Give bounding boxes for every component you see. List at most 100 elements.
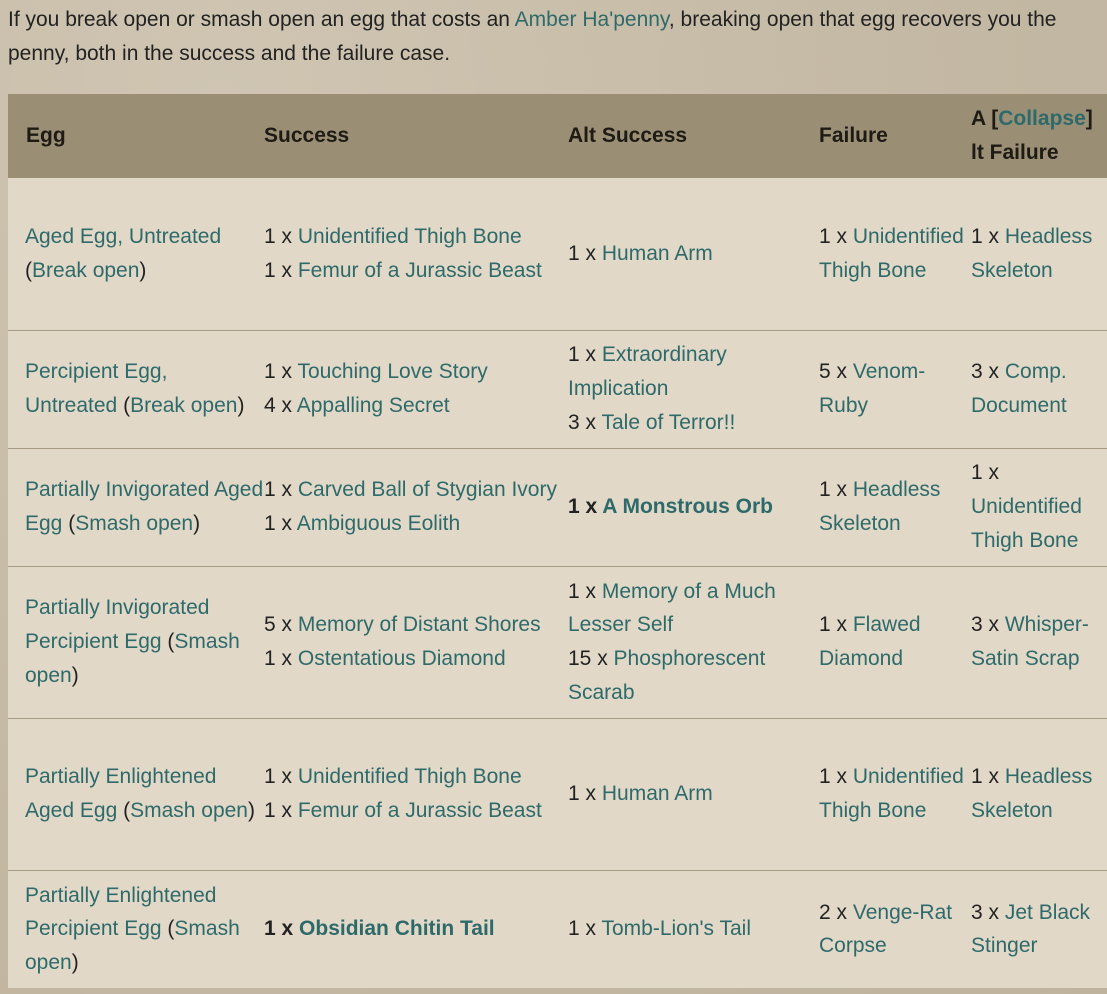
failure-cell: 1 x Headless Skeleton <box>819 447 971 566</box>
item-link[interactable]: Memory of Distant Shores <box>298 613 541 636</box>
item-line: 1 x Femur of a Jurassic Beast <box>264 254 568 288</box>
egg-cell: Partially Enlightened Aged Egg (Smash op… <box>8 717 264 870</box>
item-line: 15 x Phosphorescent Scarab <box>568 642 819 709</box>
egg-name-link[interactable]: Aged Egg, Untreated <box>25 225 221 248</box>
alt-failure-cell: 3 x Whisper-Satin Scrap <box>971 565 1107 718</box>
item-quantity: 1 x <box>568 495 603 519</box>
failure-cell: 1 x Flawed Diamond <box>819 565 971 718</box>
paren-close: ) <box>248 799 255 822</box>
item-line: 1 x A Monstrous Orb <box>568 490 819 524</box>
egg-cell: Aged Egg, Untreated (Break open) <box>8 178 264 330</box>
item-line: 1 x Tomb-Lion's Tail <box>568 912 819 946</box>
failure-cell: 1 x Unidentified Thigh Bone <box>819 178 971 330</box>
item-line: 4 x Appalling Secret <box>264 389 568 423</box>
item-link[interactable]: Appalling Secret <box>297 394 450 417</box>
alt-success-cell: 1 x Memory of a Much Lesser Self 15 x Pho… <box>568 565 819 718</box>
item-quantity: 1 x <box>264 917 300 941</box>
item-line: 1 x Human Arm <box>568 237 819 271</box>
item-link[interactable]: Human Arm <box>602 782 713 805</box>
item-link[interactable]: A Monstrous Orb <box>602 495 773 518</box>
alt-success-cell: 1 x Tomb-Lion's Tail <box>568 869 819 988</box>
item-link[interactable]: Human Arm <box>602 242 713 265</box>
paren-open: ( <box>25 258 32 282</box>
failure-cell: 5 x Venom-Ruby <box>819 329 971 448</box>
item-link[interactable]: Obsidian Chitin Tail <box>299 917 495 940</box>
item-quantity: 1 x <box>568 782 602 806</box>
item-quantity: 1 x <box>264 647 298 670</box>
failure-cell: 1 x Unidentified Thigh Bone <box>819 717 971 870</box>
header-egg: Egg <box>8 94 264 178</box>
success-cell: 1 x Unidentified Thigh Bone 1 x Femur of … <box>264 717 568 870</box>
egg-table: Egg Success Alt Success Failure A [Colla… <box>8 94 1107 988</box>
item-line: 5 x Memory of Distant Shores <box>264 608 568 642</box>
table-header: Egg Success Alt Success Failure A [Colla… <box>8 94 1107 178</box>
paren-open: ( <box>62 512 76 535</box>
paren-close: ) <box>139 258 147 282</box>
item-quantity: 1 x <box>971 765 1005 789</box>
paren-open: ( <box>161 630 175 654</box>
item-link[interactable]: Femur of a Jurassic Beast <box>298 799 542 822</box>
egg-cell: Partially Enlightened Percipient Egg (Sm… <box>8 869 264 988</box>
alt-failure-cell: 3 x Jet Black Stinger <box>971 869 1107 988</box>
success-cell: 1 x Unidentified Thigh Bone 1 x Femur of … <box>264 178 568 330</box>
item-quantity: 1 x <box>264 765 298 789</box>
paren-open: ( <box>117 394 131 417</box>
paren-close: ) <box>237 394 245 417</box>
paren-open: ( <box>161 917 175 941</box>
item-quantity: 1 x <box>264 258 298 282</box>
item-link[interactable]: Tomb-Lion's Tail <box>601 917 751 940</box>
egg-action-link[interactable]: Break open <box>130 394 237 417</box>
collapse-link[interactable]: Collapse <box>998 107 1086 130</box>
amber-hapenny-link[interactable]: Amber Ha'penny <box>515 8 669 31</box>
egg-cell: Percipient Egg, Untreated (Break open) <box>8 329 264 448</box>
success-cell: 1 x Touching Love Story 4 x Appalling Sec… <box>264 329 568 448</box>
item-link[interactable]: Unidentified Thigh Bone <box>298 225 522 248</box>
item-line: 3 x Comp. Document <box>971 355 1107 422</box>
item-quantity: 3 x <box>971 360 1005 384</box>
header-alt-failure-a: A <box>971 107 986 130</box>
item-line: 2 x Venge-Rat Corpse <box>819 896 971 963</box>
item-quantity: 3 x <box>971 613 1005 637</box>
alt-failure-cell: 1 x Headless Skeleton <box>971 178 1107 330</box>
egg-table-wrapper: Egg Success Alt Success Failure A [Colla… <box>8 94 1107 988</box>
item-line: 1 x Headless Skeleton <box>971 220 1107 287</box>
header-row: Egg Success Alt Success Failure A [Colla… <box>8 94 1107 178</box>
item-link[interactable]: Unidentified Thigh Bone <box>298 765 522 788</box>
failure-cell: 2 x Venge-Rat Corpse <box>819 869 971 988</box>
alt-failure-cell: 1 x Headless Skeleton <box>971 717 1107 870</box>
egg-action-link[interactable]: Smash open <box>130 799 248 822</box>
item-line: 1 x Ambiguous Eolith <box>264 507 568 541</box>
item-line: 3 x Whisper-Satin Scrap <box>971 608 1107 675</box>
item-link[interactable]: Ambiguous Eolith <box>297 512 460 535</box>
alt-success-cell: 1 x Extraordinary Implication 3 x Tale of… <box>568 329 819 448</box>
table-row: Partially Enlightened Aged Egg (Smash op… <box>8 717 1107 870</box>
item-link[interactable]: Ostentatious Diamond <box>298 647 506 670</box>
item-line: 1 x Flawed Diamond <box>819 608 971 675</box>
item-link[interactable]: Femur of a Jurassic Beast <box>298 259 542 282</box>
table-row: Partially Invigorated Percipient Egg (Sm… <box>8 565 1107 718</box>
item-line: 1 x Human Arm <box>568 777 819 811</box>
alt-failure-cell: 3 x Comp. Document <box>971 329 1107 448</box>
item-quantity: 1 x <box>568 579 602 603</box>
success-cell: 1 x Carved Ball of Stygian Ivory 1 x Ambi… <box>264 447 568 566</box>
alt-success-cell: 1 x A Monstrous Orb <box>568 447 819 566</box>
item-link[interactable]: Tale of Terror!! <box>601 411 735 434</box>
egg-action-link[interactable]: Break open <box>32 259 139 282</box>
item-line: 1 x Unidentified Thigh Bone <box>264 220 568 254</box>
item-line: 1 x Memory of a Much Lesser Self <box>568 575 819 642</box>
egg-action-link[interactable]: Smash open <box>75 512 193 535</box>
item-link[interactable]: Touching Love Story <box>297 360 487 383</box>
item-line: 1 x Ostentatious Diamond <box>264 642 568 676</box>
item-quantity: 15 x <box>568 647 614 670</box>
success-cell: 5 x Memory of Distant Shores 1 x Ostentat… <box>264 565 568 718</box>
item-quantity: 3 x <box>971 900 1005 924</box>
item-line: 1 x Obsidian Chitin Tail <box>264 912 568 946</box>
alt-failure-cell: 1 x Unidentified Thigh Bone <box>971 447 1107 566</box>
item-line: 1 x Headless Skeleton <box>971 760 1107 827</box>
item-line: 1 x Carved Ball of Stygian Ivory <box>264 473 568 507</box>
item-quantity: 1 x <box>819 478 853 502</box>
table-row: Partially Invigorated Aged Egg (Smash op… <box>8 447 1107 566</box>
item-link[interactable]: Unidentified Thigh Bone <box>971 495 1082 552</box>
table-row: Partially Enlightened Percipient Egg (Sm… <box>8 869 1107 988</box>
item-link[interactable]: Carved Ball of Stygian Ivory <box>298 478 557 501</box>
